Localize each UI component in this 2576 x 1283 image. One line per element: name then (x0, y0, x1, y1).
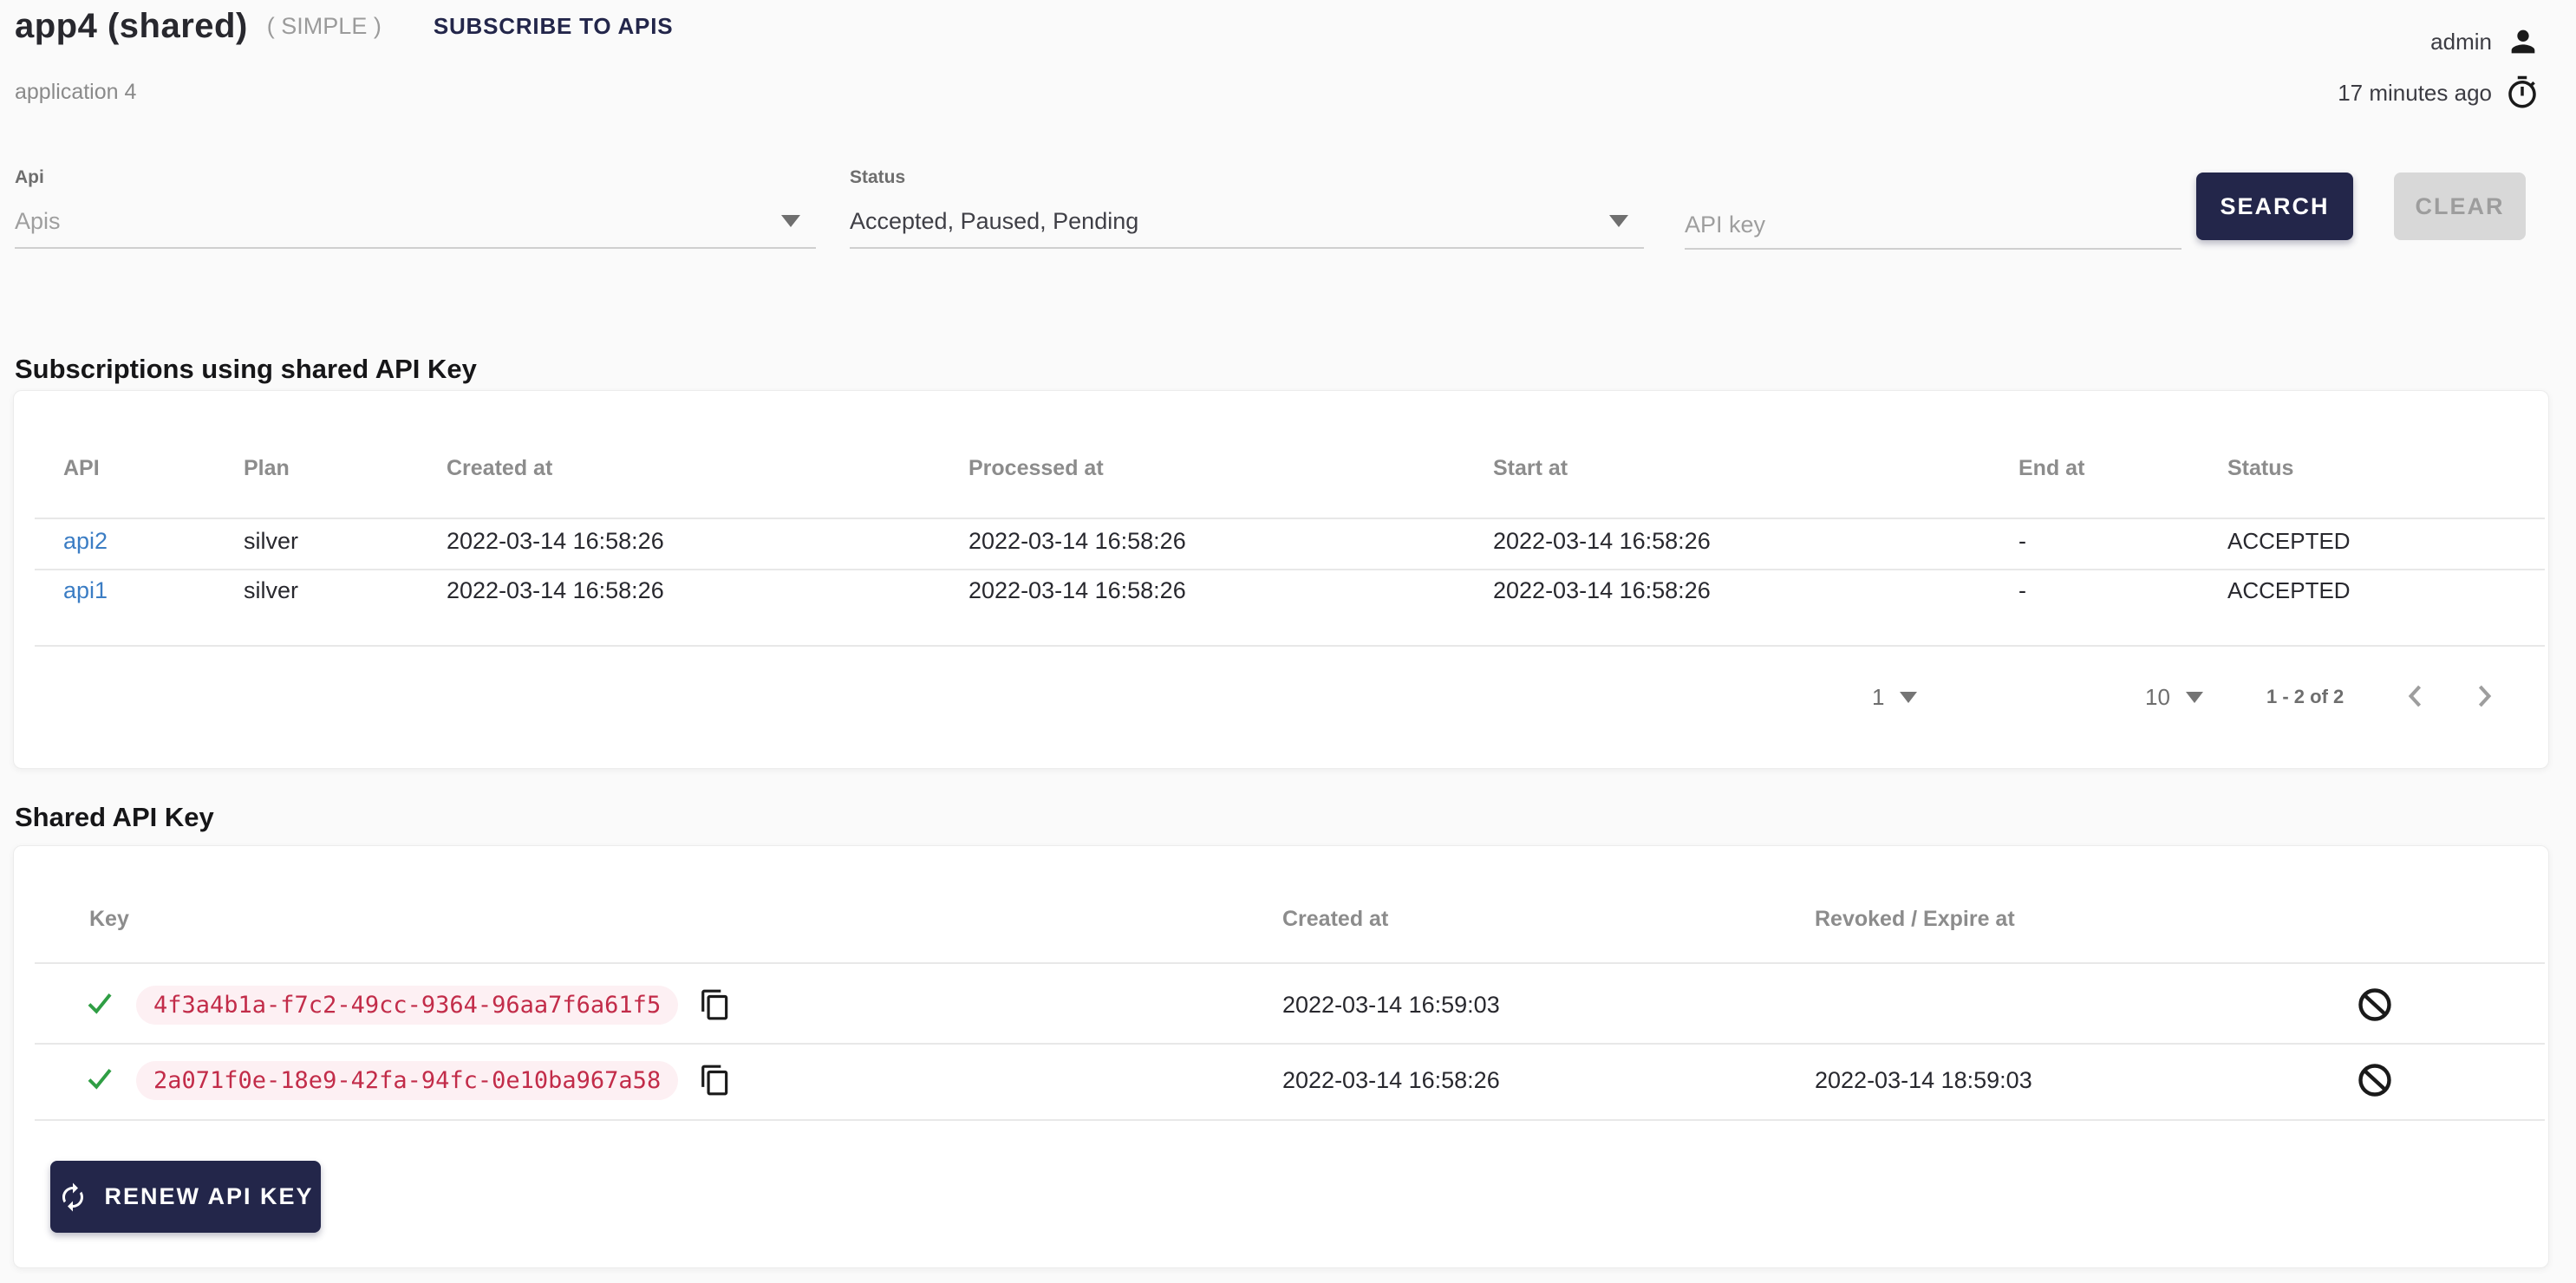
col-created: Created at (447, 456, 552, 481)
chevron-right-icon[interactable] (2465, 677, 2503, 720)
row-divider (35, 962, 2545, 964)
stopwatch-icon (2504, 75, 2540, 111)
chevron-down-icon (1900, 692, 1917, 703)
copy-icon[interactable] (699, 988, 732, 1021)
block-icon[interactable] (2356, 1061, 2394, 1099)
chevron-down-icon (2186, 692, 2203, 703)
api-key-value: 2a071f0e-18e9-42fa-94fc-0e10ba967a58 (136, 1061, 678, 1100)
col-revoked: Revoked / Expire at (1815, 907, 2015, 932)
api-filter-label: Api (15, 167, 44, 188)
page-select-value: 1 (1872, 684, 1884, 711)
subscription-row: api1 silver 2022-03-14 16:58:26 2022-03-… (14, 577, 2548, 607)
col-end: End at (2018, 456, 2084, 481)
page-title: app4 (shared) (15, 7, 248, 46)
person-icon (2506, 24, 2540, 59)
last-connection-text: 17 minutes ago (2338, 80, 2492, 107)
api-link[interactable]: api2 (63, 528, 108, 555)
subscriptions-table-header: API Plan Created at Processed at Start a… (14, 456, 2548, 482)
key-created-cell: 2022-03-14 16:59:03 (1282, 992, 1500, 1019)
start-cell: 2022-03-14 16:58:26 (1493, 528, 1711, 555)
user-info[interactable]: admin (2430, 24, 2540, 59)
col-key: Key (89, 907, 129, 932)
row-divider (35, 569, 2545, 570)
last-connection: 17 minutes ago (2338, 75, 2540, 111)
api-link[interactable]: api1 (63, 577, 108, 604)
subscriptions-table-card: API Plan Created at Processed at Start a… (13, 390, 2549, 769)
shared-key-table-header: Key Created at Revoked / Expire at (14, 907, 2548, 933)
user-name: admin (2430, 29, 2492, 55)
start-cell: 2022-03-14 16:58:26 (1493, 577, 1711, 604)
search-button[interactable]: SEARCH (2196, 173, 2353, 240)
subscriptions-heading: Subscriptions using shared API Key (15, 354, 477, 385)
col-processed: Processed at (968, 456, 1104, 481)
col-api: API (63, 456, 100, 481)
plan-cell: silver (244, 528, 298, 555)
key-created-cell: 2022-03-14 16:58:26 (1282, 1067, 1500, 1094)
pagination-range: 1 - 2 of 2 (2266, 680, 2344, 714)
col-status: Status (2227, 456, 2293, 481)
check-icon (84, 1063, 115, 1098)
renew-api-key-label: RENEW API KEY (104, 1183, 313, 1210)
renew-api-key-button[interactable]: RENEW API KEY (50, 1161, 321, 1233)
plan-cell: silver (244, 577, 298, 604)
row-divider (35, 1119, 2545, 1121)
application-type-badge: ( SIMPLE ) (267, 13, 382, 40)
col-start: Start at (1493, 456, 1568, 481)
created-cell: 2022-03-14 16:58:26 (447, 528, 664, 555)
chevron-down-icon (781, 215, 800, 227)
end-cell: - (2018, 577, 2026, 604)
table-footer-divider (35, 645, 2545, 647)
shared-api-key-card: Key Created at Revoked / Expire at 4f3a4… (13, 845, 2549, 1268)
application-description: application 4 (15, 80, 136, 105)
status-filter-label: Status (850, 167, 905, 188)
created-cell: 2022-03-14 16:58:26 (447, 577, 664, 604)
refresh-icon (57, 1182, 88, 1213)
processed-cell: 2022-03-14 16:58:26 (968, 528, 1186, 555)
page-select[interactable]: 1 (1872, 680, 1917, 714)
api-key-value: 4f3a4b1a-f7c2-49cc-9364-96aa7f6a61f5 (136, 986, 678, 1025)
status-cell: ACCEPTED (2227, 528, 2351, 555)
copy-icon[interactable] (699, 1064, 732, 1097)
status-filter-select[interactable]: Accepted, Paused, Pending (850, 206, 1644, 241)
row-divider (35, 518, 2545, 519)
processed-cell: 2022-03-14 16:58:26 (968, 577, 1186, 604)
status-filter-underline (850, 247, 1644, 249)
application-detail-page: app4 (shared) ( SIMPLE ) SUBSCRIBE TO AP… (0, 0, 2576, 1283)
shared-api-key-heading: Shared API Key (15, 802, 214, 833)
api-filter-underline (15, 247, 816, 249)
end-cell: - (2018, 528, 2026, 555)
col-plan: Plan (244, 456, 290, 481)
block-icon[interactable] (2356, 986, 2394, 1024)
page-header: app4 (shared) ( SIMPLE ) SUBSCRIBE TO AP… (15, 7, 673, 46)
row-divider (35, 1043, 2545, 1045)
subscription-row: api2 silver 2022-03-14 16:58:26 2022-03-… (14, 528, 2548, 557)
status-cell: ACCEPTED (2227, 577, 2351, 604)
page-size-select[interactable]: 10 (2145, 680, 2203, 714)
api-key-row: 2a071f0e-18e9-42fa-94fc-0e10ba967a58 (84, 1058, 732, 1102)
chevron-left-icon[interactable] (2397, 677, 2435, 720)
col-created: Created at (1282, 907, 1388, 932)
chevron-down-icon (1609, 215, 1628, 227)
check-icon (84, 987, 115, 1023)
key-revoked-cell: 2022-03-14 18:59:03 (1815, 1067, 2032, 1094)
api-filter-select[interactable]: Apis (15, 206, 816, 241)
api-key-row: 4f3a4b1a-f7c2-49cc-9364-96aa7f6a61f5 (84, 983, 732, 1026)
status-filter-value: Accepted, Paused, Pending (850, 208, 1138, 235)
clear-button[interactable]: CLEAR (2394, 173, 2526, 240)
subscribe-to-apis-link[interactable]: SUBSCRIBE TO APIS (434, 13, 674, 40)
api-key-input[interactable] (1685, 201, 2181, 250)
page-size-value: 10 (2145, 684, 2170, 711)
api-filter-value: Apis (15, 208, 61, 235)
